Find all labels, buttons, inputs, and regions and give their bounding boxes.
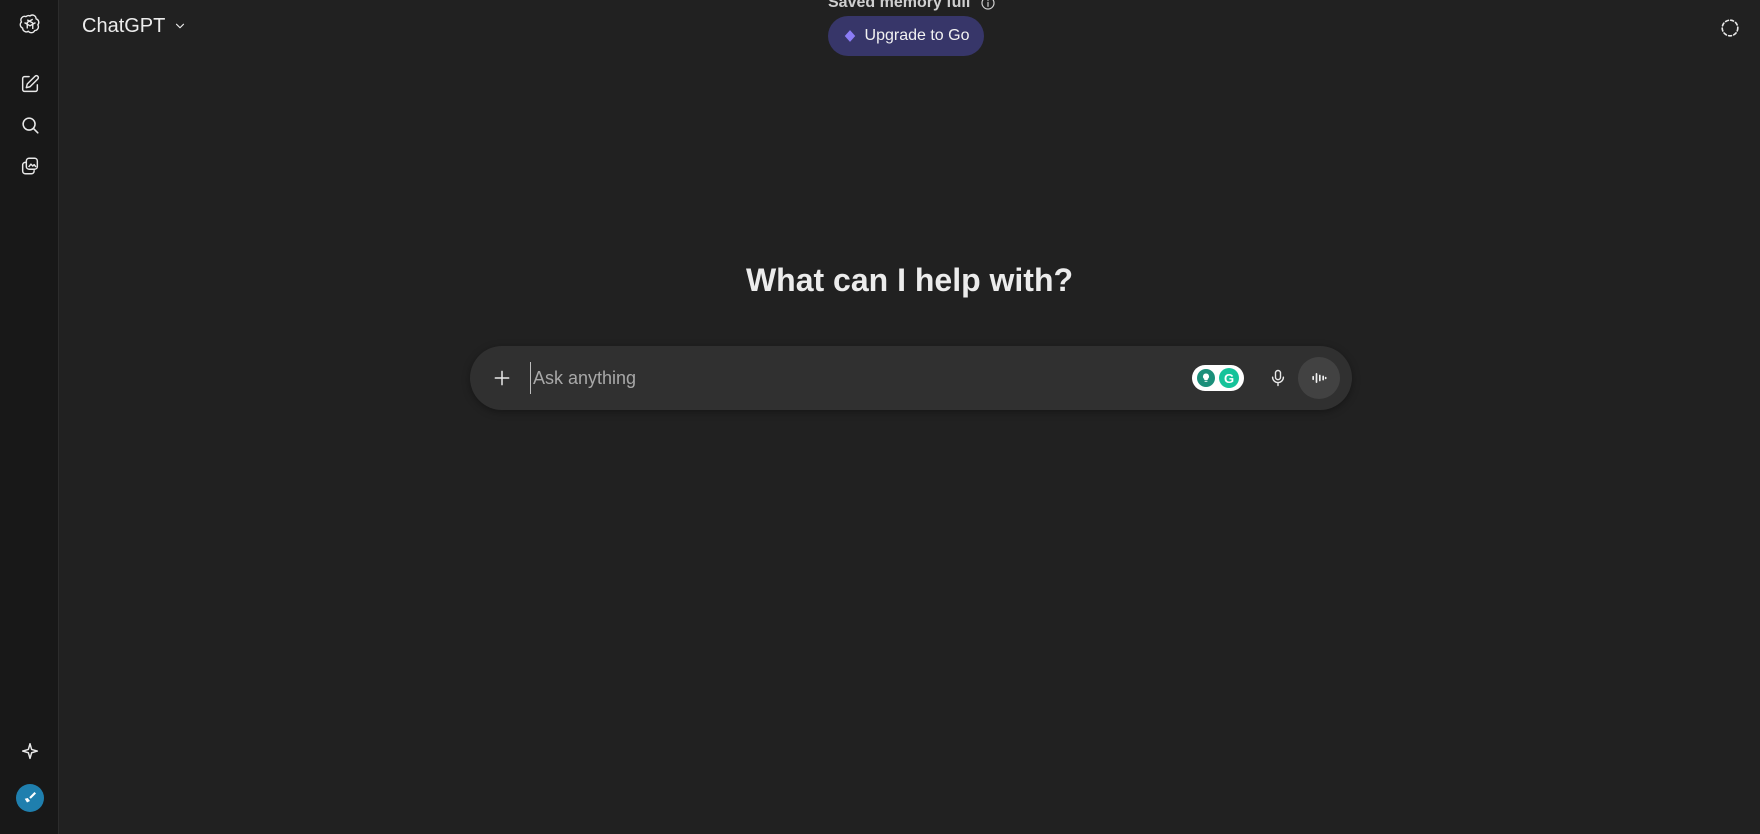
voice-mode-button[interactable] <box>1298 357 1340 399</box>
avatar[interactable] <box>16 784 44 812</box>
lightbulb-icon <box>1197 369 1215 387</box>
voice-waveform-icon <box>1312 373 1327 383</box>
sidebar-rail <box>0 0 59 834</box>
app-window: ChatGPT Saved memory full Upgrade to Go … <box>0 0 1760 834</box>
grammarly-icon: G <box>1219 368 1239 388</box>
microphone-icon <box>1271 369 1285 387</box>
prompt-input[interactable] <box>530 362 1050 394</box>
memory-notice: Saved memory full <box>828 0 996 12</box>
grammarly-widget[interactable]: G <box>1192 365 1244 391</box>
new-chat-icon[interactable] <box>12 66 48 102</box>
openai-logo-icon[interactable] <box>12 6 48 42</box>
page-title: What can I help with? <box>745 262 1074 298</box>
memory-notice-text: Saved memory full <box>828 0 971 11</box>
model-name: ChatGPT <box>82 14 166 37</box>
add-attachment-button[interactable] <box>484 360 520 396</box>
info-icon[interactable] <box>980 0 996 11</box>
plus-icon <box>494 370 510 386</box>
diamond-icon <box>844 30 855 42</box>
sparkle-icon[interactable] <box>12 734 48 770</box>
dictate-button[interactable] <box>1260 360 1296 396</box>
search-icon[interactable] <box>12 107 48 143</box>
user-avatar-icon <box>24 792 36 803</box>
library-icon[interactable] <box>12 148 48 184</box>
upgrade-button[interactable]: Upgrade to Go <box>828 16 984 56</box>
prompt-composer: G <box>470 346 1352 410</box>
temporary-chat-icon[interactable] <box>1712 10 1748 46</box>
chevron-down-icon <box>176 23 185 29</box>
model-selector[interactable]: ChatGPT <box>76 10 193 42</box>
upgrade-label: Upgrade to Go <box>864 27 970 44</box>
